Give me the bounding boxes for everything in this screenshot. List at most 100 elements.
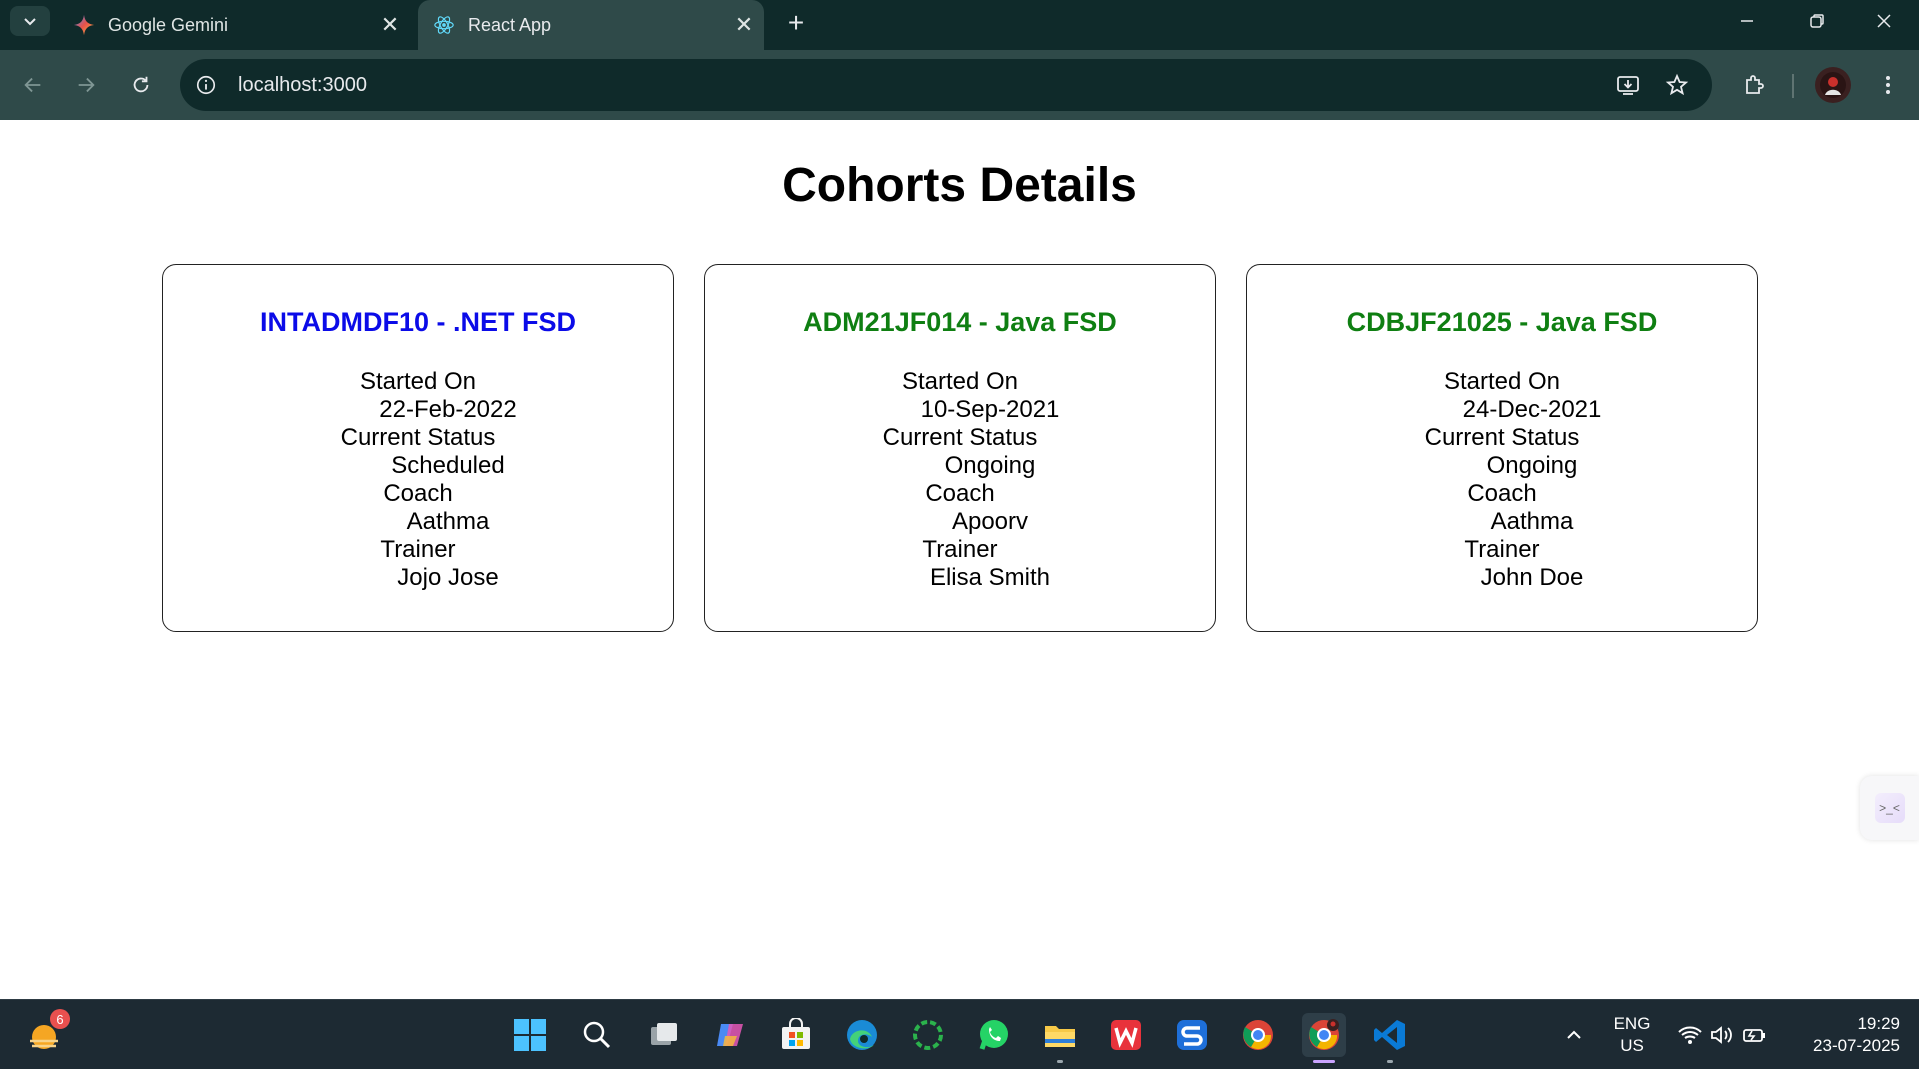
browser-menu-button[interactable] bbox=[1868, 65, 1908, 105]
input-language-indicator[interactable]: ENG US bbox=[1602, 1013, 1662, 1057]
coach-value: Aathma bbox=[1490, 508, 1574, 535]
cohort-card: ADM21JF014 - Java FSD Started On 10-Sep-… bbox=[704, 264, 1216, 632]
trainer-label: Trainer bbox=[1464, 536, 1540, 563]
tab-title: React App bbox=[468, 14, 552, 35]
battery-charging-icon bbox=[1743, 1029, 1765, 1042]
show-hidden-icons-button[interactable] bbox=[1552, 1013, 1596, 1057]
url-text: localhost:3000 bbox=[238, 73, 367, 96]
trainer-label: Trainer bbox=[922, 536, 998, 563]
tab-react-app[interactable]: React App ✕ bbox=[418, 0, 764, 50]
close-tab-icon[interactable]: ✕ bbox=[370, 5, 410, 45]
coach-label: Coach bbox=[925, 480, 995, 507]
cohort-card: CDBJF21025 - Java FSD Started On 24-Dec-… bbox=[1246, 264, 1758, 632]
folder-icon bbox=[1045, 1026, 1075, 1047]
file-explorer-button[interactable] bbox=[1038, 1013, 1082, 1063]
restore-button[interactable] bbox=[1782, 0, 1852, 42]
blue-s-app-icon bbox=[1177, 1020, 1207, 1050]
back-button[interactable] bbox=[13, 65, 53, 105]
cohort-title: INTADMDF10 - .NET FSD bbox=[260, 307, 576, 337]
clock-date: 23-07-2025 bbox=[1813, 1036, 1900, 1055]
trainer-value: John Doe bbox=[1480, 564, 1584, 591]
page-title: Cohorts Details bbox=[782, 159, 1137, 212]
edge-icon bbox=[847, 1020, 877, 1050]
vscode-button[interactable] bbox=[1368, 1013, 1412, 1063]
profile-avatar[interactable] bbox=[1815, 67, 1851, 103]
store-icon bbox=[782, 1018, 810, 1049]
started-on-label: Started On bbox=[359, 368, 477, 395]
wifi-icon bbox=[1678, 1026, 1702, 1044]
site-info-icon[interactable] bbox=[180, 59, 232, 111]
restore-icon bbox=[1810, 14, 1824, 28]
quick-settings-button[interactable] bbox=[1666, 1013, 1778, 1057]
cohort-details: Started On 10-Sep-2021 Current Status On… bbox=[861, 368, 1060, 592]
extensions-button[interactable] bbox=[1734, 65, 1774, 105]
trainer-value: Jojo Jose bbox=[397, 564, 499, 591]
chrome-button[interactable] bbox=[1236, 1013, 1280, 1057]
current-status-label: Current Status bbox=[340, 424, 496, 451]
wps-office-button[interactable] bbox=[1104, 1013, 1148, 1057]
current-status-label: Current Status bbox=[1424, 424, 1580, 451]
sync-app-button[interactable] bbox=[1170, 1013, 1214, 1057]
arrow-left-icon bbox=[24, 77, 41, 93]
close-tab-icon[interactable]: ✕ bbox=[724, 5, 764, 45]
forward-button[interactable] bbox=[66, 65, 106, 105]
vscode-icon bbox=[1374, 1020, 1405, 1050]
running-indicator bbox=[1387, 1060, 1393, 1063]
language-code: ENG bbox=[1613, 1014, 1651, 1033]
microsoft-store-button[interactable] bbox=[774, 1013, 818, 1057]
cohort-card: INTADMDF10 - .NET FSD Started On 22-Feb-… bbox=[162, 264, 674, 632]
running-indicator bbox=[1057, 1060, 1063, 1063]
react-icon bbox=[432, 13, 456, 37]
started-on-label: Started On bbox=[901, 368, 1019, 395]
started-on-value: 24-Dec-2021 bbox=[1462, 396, 1602, 423]
cohort-details: Started On 22-Feb-2022 Current Status Sc… bbox=[319, 368, 517, 592]
gemini-icon bbox=[72, 13, 96, 37]
tab-search-button[interactable] bbox=[10, 6, 50, 36]
whatsapp-button[interactable] bbox=[972, 1013, 1016, 1057]
minimize-icon bbox=[1741, 20, 1753, 22]
coach-value: Apoorv bbox=[951, 508, 1029, 535]
active-window-indicator bbox=[1313, 1060, 1335, 1063]
reload-button[interactable] bbox=[121, 65, 161, 105]
coach-label: Coach bbox=[383, 480, 453, 507]
edge-button[interactable] bbox=[840, 1013, 884, 1057]
minimize-button[interactable] bbox=[1712, 0, 1782, 42]
started-on-value: 22-Feb-2022 bbox=[379, 396, 517, 423]
more-vertical-icon bbox=[1886, 76, 1890, 94]
start-button[interactable] bbox=[508, 1013, 552, 1057]
clock-time: 19:29 bbox=[1857, 1014, 1900, 1033]
current-status-value: Scheduled bbox=[391, 452, 505, 479]
address-bar[interactable]: localhost:3000 bbox=[180, 59, 1712, 111]
chevron-down-icon bbox=[24, 18, 36, 26]
close-icon bbox=[1877, 14, 1891, 28]
clock[interactable]: 19:29 23-07-2025 bbox=[1790, 1013, 1900, 1057]
whatsapp-icon bbox=[979, 1020, 1008, 1050]
current-status-value: Ongoing bbox=[1486, 452, 1578, 479]
copilot-button[interactable] bbox=[708, 1013, 752, 1057]
search-button[interactable] bbox=[575, 1013, 619, 1057]
chrome-profile-button[interactable] bbox=[1302, 1013, 1346, 1063]
cohort-details: Started On 24-Dec-2021 Current Status On… bbox=[1403, 368, 1602, 592]
cohort-title: ADM21JF014 - Java FSD bbox=[803, 307, 1117, 337]
circular-app-button[interactable] bbox=[906, 1013, 950, 1057]
side-panel-icon: >_< bbox=[1874, 793, 1905, 823]
side-panel-toggle[interactable]: >_< bbox=[1860, 776, 1919, 840]
close-window-button[interactable] bbox=[1849, 0, 1919, 42]
task-view-button[interactable] bbox=[642, 1013, 686, 1057]
copilot-icon bbox=[717, 1024, 743, 1046]
wps-icon bbox=[1111, 1020, 1141, 1050]
tab-google-gemini[interactable]: Google Gemini ✕ bbox=[60, 0, 410, 50]
bookmark-button[interactable] bbox=[1657, 65, 1697, 105]
current-status-label: Current Status bbox=[882, 424, 1038, 451]
reload-icon bbox=[133, 76, 149, 93]
tab-title: Google Gemini bbox=[108, 14, 229, 35]
windows-icon bbox=[514, 1019, 546, 1051]
trainer-label: Trainer bbox=[380, 536, 456, 563]
chrome-profile-icon bbox=[1309, 1019, 1339, 1050]
new-tab-button[interactable]: + bbox=[778, 5, 814, 41]
search-icon bbox=[583, 1021, 611, 1049]
coach-label: Coach bbox=[1467, 480, 1537, 507]
profile-picture-icon bbox=[1820, 72, 1846, 98]
install-app-button[interactable] bbox=[1608, 65, 1648, 105]
install-app-icon bbox=[1617, 76, 1639, 95]
